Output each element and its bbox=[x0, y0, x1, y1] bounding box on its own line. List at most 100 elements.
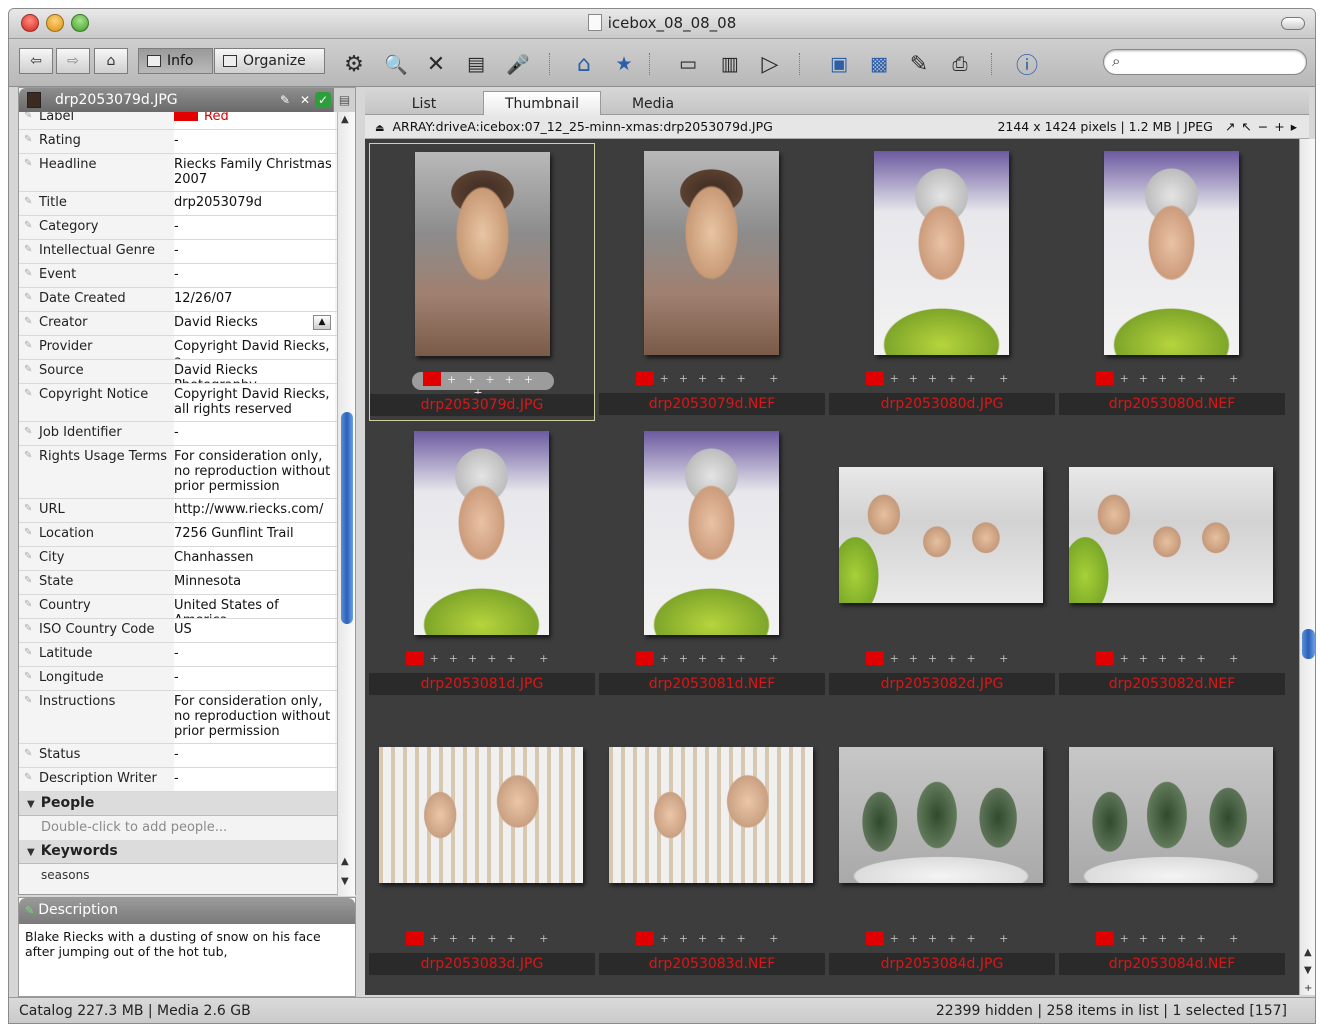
field-value[interactable]: 7256 Gunflint Trail bbox=[174, 523, 335, 546]
rating-stars[interactable]: +++++ + bbox=[599, 931, 825, 949]
scroll-up-arrow-icon[interactable]: ▲ bbox=[341, 856, 349, 867]
thumbnail-image[interactable] bbox=[839, 747, 1043, 883]
thumbnail-image[interactable] bbox=[1069, 747, 1273, 883]
thumbnail-cell[interactable]: +++++ + drp2053084d.NEF bbox=[1059, 703, 1285, 981]
field-value[interactable]: David Riecks Photography bbox=[174, 360, 335, 383]
rating-stars[interactable]: +++++ + bbox=[599, 651, 825, 669]
color-label-swatch[interactable] bbox=[1095, 931, 1114, 945]
field-value[interactable]: For consideration only, no reproduction … bbox=[174, 691, 335, 743]
thumbnail-cell[interactable]: +++++ + drp2053080d.JPG bbox=[829, 143, 1055, 421]
field-value[interactable]: - bbox=[174, 130, 335, 153]
thumbnail-image[interactable] bbox=[379, 747, 583, 883]
rating-stars[interactable]: +++++ + bbox=[829, 651, 1055, 669]
color-label-swatch[interactable] bbox=[635, 371, 654, 385]
color-label-swatch[interactable] bbox=[1095, 371, 1114, 385]
view-icon[interactable]: ▭ bbox=[673, 51, 703, 77]
favorites-icon[interactable]: ★ bbox=[609, 51, 639, 77]
field-value[interactable]: Copyright David Riecks, a bbox=[174, 336, 335, 359]
play-slideshow-icon[interactable]: ▷ bbox=[755, 51, 785, 77]
forward-button[interactable]: ⇨ bbox=[56, 48, 90, 74]
thumbnail-cell[interactable]: +++++ + drp2053081d.NEF bbox=[599, 423, 825, 701]
contact-sheet-icon[interactable]: ▣ bbox=[824, 51, 854, 77]
info-mode-button[interactable]: Info bbox=[138, 48, 213, 74]
rating-stars[interactable]: +++++ + bbox=[369, 651, 595, 669]
audio-icon[interactable]: 🎤 bbox=[503, 51, 533, 77]
field-value[interactable]: - bbox=[174, 744, 335, 767]
panel-menu-icon[interactable]: ▤ bbox=[333, 88, 355, 112]
scroll-down-arrow-icon[interactable]: ▼ bbox=[341, 876, 349, 887]
color-label-swatch[interactable] bbox=[422, 372, 441, 386]
field-value[interactable]: - bbox=[174, 240, 335, 263]
rating-stars[interactable]: +++++ + bbox=[412, 372, 554, 399]
thumbnail-image[interactable] bbox=[414, 431, 549, 635]
scrollbar-thumb[interactable] bbox=[341, 412, 353, 624]
info-panel-scrollbar[interactable]: ▲ ▲ ▼ bbox=[337, 112, 355, 896]
color-label-swatch[interactable] bbox=[865, 651, 884, 665]
search-input[interactable] bbox=[1132, 53, 1297, 71]
field-value[interactable]: - bbox=[174, 643, 335, 666]
people-section-header[interactable]: ▼ People bbox=[19, 792, 337, 816]
rating-stars[interactable]: +++++ + bbox=[829, 931, 1055, 949]
contact-card-icon[interactable]: ▲ bbox=[313, 315, 331, 330]
people-hint[interactable]: Double-click to add people... bbox=[41, 820, 227, 835]
cancel-icon[interactable]: ✕ bbox=[297, 92, 313, 108]
home-button[interactable]: ⌂ bbox=[94, 48, 128, 74]
search-field[interactable]: ⌕ bbox=[1103, 49, 1307, 75]
field-value[interactable]: Copyright David Riecks, all rights reser… bbox=[174, 384, 335, 421]
thumbnail-cell[interactable]: +++++ + drp2053084d.JPG bbox=[829, 703, 1055, 981]
catalog-home-icon[interactable]: ⌂ bbox=[569, 51, 599, 77]
keyword-item[interactable]: seasons bbox=[41, 868, 89, 882]
field-value[interactable]: Minnesota bbox=[174, 571, 335, 594]
thumbnail-image[interactable] bbox=[1104, 151, 1239, 355]
keywords-section-header[interactable]: ▼ Keywords bbox=[19, 840, 337, 864]
field-value[interactable]: Red bbox=[174, 112, 335, 129]
disclosure-triangle-icon[interactable]: ▼ bbox=[27, 799, 35, 810]
print-icon[interactable]: ⎙ bbox=[945, 51, 975, 77]
field-value[interactable]: Chanhassen bbox=[174, 547, 335, 570]
field-value[interactable]: - bbox=[174, 422, 335, 445]
tab-media[interactable]: Media bbox=[601, 91, 705, 115]
thumbnail-image[interactable] bbox=[839, 467, 1043, 603]
color-label-swatch[interactable] bbox=[1095, 651, 1114, 665]
field-value[interactable]: US bbox=[174, 619, 335, 642]
scrollbar-thumb[interactable] bbox=[1302, 629, 1315, 659]
toolbar-toggle-button[interactable] bbox=[1281, 17, 1305, 30]
color-label-swatch[interactable] bbox=[865, 931, 884, 945]
description-text[interactable]: Blake Riecks with a dusting of snow on h… bbox=[19, 924, 355, 964]
thumbnail-image[interactable] bbox=[1069, 467, 1273, 603]
color-label-swatch[interactable] bbox=[405, 651, 424, 665]
rating-stars[interactable]: +++++ + bbox=[369, 931, 595, 949]
field-value[interactable]: United States of America bbox=[174, 595, 335, 618]
scroll-up-arrow-icon[interactable]: ▲ bbox=[341, 114, 349, 125]
nav-arrows-icon[interactable]: ↗↖−+▸ bbox=[1225, 119, 1303, 134]
field-value[interactable]: - bbox=[174, 216, 335, 239]
color-label-swatch[interactable] bbox=[405, 931, 424, 945]
pencil-icon[interactable]: ✎ bbox=[904, 51, 934, 77]
rating-stars[interactable]: +++++ + bbox=[1059, 931, 1285, 949]
field-value[interactable]: - bbox=[174, 667, 335, 690]
thumbnail-cell[interactable]: +++++ + drp2053079d.JPG bbox=[369, 143, 595, 421]
color-label-swatch[interactable] bbox=[635, 931, 654, 945]
field-value[interactable]: For consideration only, no reproduction … bbox=[174, 446, 335, 498]
scroll-down-arrow-icon[interactable]: ▼ bbox=[1304, 965, 1312, 976]
thumbnail-cell[interactable]: +++++ + drp2053082d.JPG bbox=[829, 423, 1055, 701]
thumbnail-cell[interactable]: +++++ + drp2053081d.JPG bbox=[369, 423, 595, 701]
disclosure-triangle-icon[interactable]: ▼ bbox=[27, 847, 35, 858]
rating-stars[interactable]: +++++ + bbox=[599, 371, 825, 389]
back-button[interactable]: ⇦ bbox=[19, 48, 53, 74]
photo-editor-icon[interactable]: ▩ bbox=[864, 51, 894, 77]
field-value[interactable]: - bbox=[174, 264, 335, 287]
organize-mode-button[interactable]: Organize bbox=[214, 48, 325, 74]
field-value[interactable]: 12/26/07 bbox=[174, 288, 335, 311]
field-value[interactable]: - bbox=[174, 768, 335, 791]
thumbnail-cell[interactable]: +++++ + drp2053083d.NEF bbox=[599, 703, 825, 981]
thumbnail-image[interactable] bbox=[874, 151, 1009, 355]
gear-icon[interactable]: ⚙ bbox=[339, 51, 369, 77]
thumbnail-image[interactable] bbox=[415, 152, 550, 356]
field-value[interactable]: drp2053079d bbox=[174, 192, 335, 215]
scroll-up-arrow-icon[interactable]: ▲ bbox=[1304, 947, 1312, 958]
rating-stars[interactable]: +++++ + bbox=[1059, 651, 1285, 669]
rating-stars[interactable]: +++++ + bbox=[1059, 371, 1285, 389]
field-value[interactable]: http://www.riecks.com/ bbox=[174, 499, 335, 522]
rating-stars[interactable]: +++++ + bbox=[829, 371, 1055, 389]
